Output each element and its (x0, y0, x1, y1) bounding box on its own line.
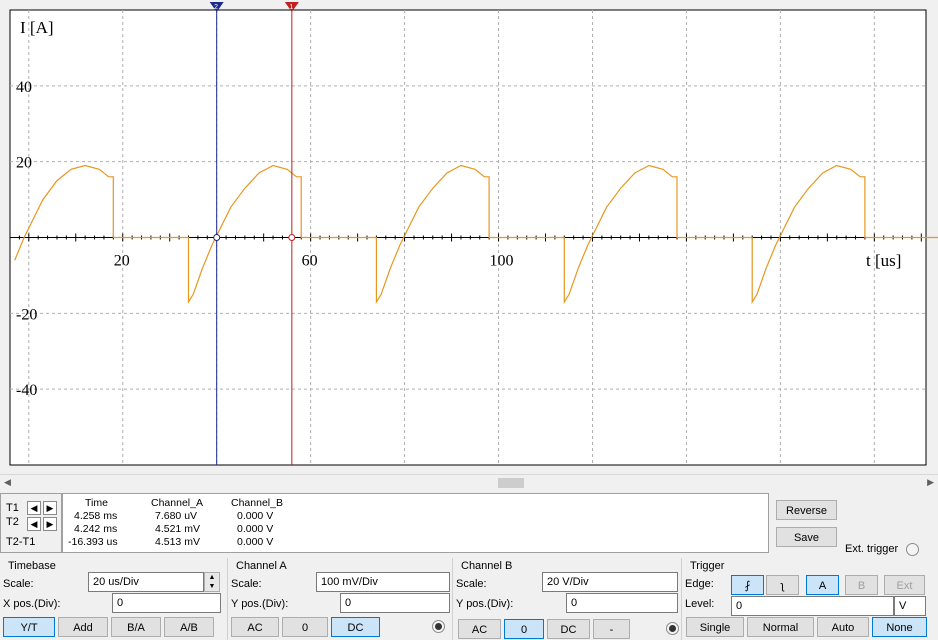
trigger-source-b-button[interactable]: B (845, 575, 878, 595)
channel-b-ypos-field[interactable]: 0 (566, 593, 678, 613)
add-button[interactable]: Add (58, 617, 108, 637)
y-tick-label: -40 (16, 382, 37, 399)
channel-b-minus-button[interactable]: - (593, 619, 630, 639)
t2-channel-a: 4.521 mV (155, 523, 200, 535)
cursor-number: 1 (289, 4, 293, 11)
t2-right-button[interactable]: ▶ (43, 517, 57, 531)
delta-channel-b: 0.000 V (237, 536, 274, 548)
x-tick-label: 60 (302, 253, 318, 270)
t2-channel-b: 0.000 V (237, 523, 274, 535)
edge-rising-icon[interactable]: ⨏ (731, 575, 764, 595)
header-channel-a: Channel_A (151, 497, 203, 509)
timebase-xpos-label: X pos.(Div): (3, 598, 61, 610)
trigger-single-button[interactable]: Single (686, 617, 744, 637)
separator (227, 558, 228, 640)
trigger-edge-label: Edge: (685, 578, 714, 590)
a-over-b-button[interactable]: A/B (164, 617, 214, 637)
x-tick-label: 100 (490, 253, 514, 270)
trigger-level-label: Level: (685, 598, 715, 610)
trigger-source-a-button[interactable]: A (806, 575, 839, 595)
channel-a-ypos-field[interactable]: 0 (340, 593, 450, 613)
yt-button[interactable]: Y/T (3, 617, 55, 637)
cursor-marker (288, 234, 296, 241)
y-tick-label: -20 (16, 306, 37, 323)
y-tick-label: 40 (16, 79, 32, 96)
channel-a-scale-field[interactable]: 100 mV/Div (316, 572, 450, 592)
trigger-source-ext-button[interactable]: Ext (884, 575, 925, 595)
channel-a-zero-button[interactable]: 0 (282, 617, 328, 637)
b-over-a-button[interactable]: B/A (111, 617, 161, 637)
y-axis-label: I [A] (20, 18, 54, 37)
trigger-title: Trigger (690, 560, 725, 572)
trigger-none-button[interactable]: None (872, 617, 927, 637)
channel-b-radio[interactable] (666, 622, 679, 635)
channel-b-zero-button[interactable]: 0 (504, 619, 544, 639)
channel-a-radio[interactable] (432, 620, 445, 633)
channel-a-title: Channel A (236, 560, 287, 572)
ext-trigger-label: Ext. trigger (845, 543, 899, 555)
channel-b-scale-label: Scale: (456, 578, 487, 590)
measurement-readout: Time Channel_A Channel_B 4.258 ms 7.680 … (62, 493, 769, 553)
trigger-level-unit[interactable]: V (894, 596, 926, 616)
trigger-level-field[interactable]: 0 (731, 596, 894, 616)
channel-a-ac-button[interactable]: AC (231, 617, 279, 637)
t2-left-button[interactable]: ◀ (27, 517, 41, 531)
save-button[interactable]: Save (776, 527, 837, 547)
cursor-controls: T1 ◀ ▶ T2 ◀ ▶ T2-T1 (0, 493, 62, 553)
t1-left-button[interactable]: ◀ (27, 501, 41, 515)
t2-time: 4.242 ms (74, 523, 118, 535)
t1-channel-b: 0.000 V (237, 510, 274, 522)
waveform-plot[interactable]: 20 60 100 40 20 -20 -40 2 1 I [A] t [us] (0, 0, 938, 474)
oscilloscope-display[interactable]: 20 60 100 40 20 -20 -40 2 1 I [A] t [us] (0, 0, 938, 474)
timebase-scale-field[interactable]: 20 us/Div (88, 572, 204, 592)
delta-channel-a: 4.513 mV (155, 536, 200, 548)
cursor-marker (213, 234, 221, 241)
trigger-normal-button[interactable]: Normal (747, 617, 814, 637)
channel-a-ypos-label: Y pos.(Div): (231, 598, 289, 610)
separator (681, 558, 682, 640)
channel-b-scale-field[interactable]: 20 V/Div (542, 572, 678, 592)
channel-b-title: Channel B (461, 560, 513, 572)
timebase-scale-label: Scale: (3, 578, 34, 590)
x-axis-label: t [us] (866, 251, 901, 270)
channel-b-dc-button[interactable]: DC (547, 619, 590, 639)
t1-label: T1 (6, 502, 19, 514)
channel-b-ac-button[interactable]: AC (458, 619, 501, 639)
y-tick-label: 20 (16, 155, 32, 172)
timebase-xpos-field[interactable]: 0 (112, 593, 221, 613)
trigger-auto-button[interactable]: Auto (817, 617, 869, 637)
t1-time: 4.258 ms (74, 510, 118, 522)
ext-trigger-indicator (906, 543, 919, 556)
timebase-spinner[interactable]: ▲ ▼ (204, 572, 220, 592)
reverse-button[interactable]: Reverse (776, 500, 837, 520)
cursor-number: 2 (214, 4, 218, 11)
t2-t1-label: T2-T1 (6, 536, 36, 548)
header-channel-b: Channel_B (231, 497, 283, 509)
separator (452, 558, 453, 640)
scrollbar-thumb[interactable] (498, 478, 524, 488)
channel-b-ypos-label: Y pos.(Div): (456, 598, 514, 610)
x-tick-label: 20 (114, 253, 130, 270)
t1-right-button[interactable]: ▶ (43, 501, 57, 515)
channel-a-scale-label: Scale: (231, 578, 262, 590)
delta-time: -16.393 us (68, 536, 118, 548)
t1-channel-a: 7.680 uV (155, 510, 198, 522)
timebase-title: Timebase (8, 560, 56, 572)
channel-a-dc-button[interactable]: DC (331, 617, 380, 637)
horizontal-scrollbar[interactable]: ◀ ▶ (0, 474, 938, 492)
t2-label: T2 (6, 516, 19, 528)
edge-falling-icon[interactable]: ʅ (766, 575, 799, 595)
header-time: Time (85, 497, 108, 509)
scroll-left-icon[interactable]: ◀ (4, 477, 11, 488)
scroll-right-icon[interactable]: ▶ (927, 477, 934, 488)
